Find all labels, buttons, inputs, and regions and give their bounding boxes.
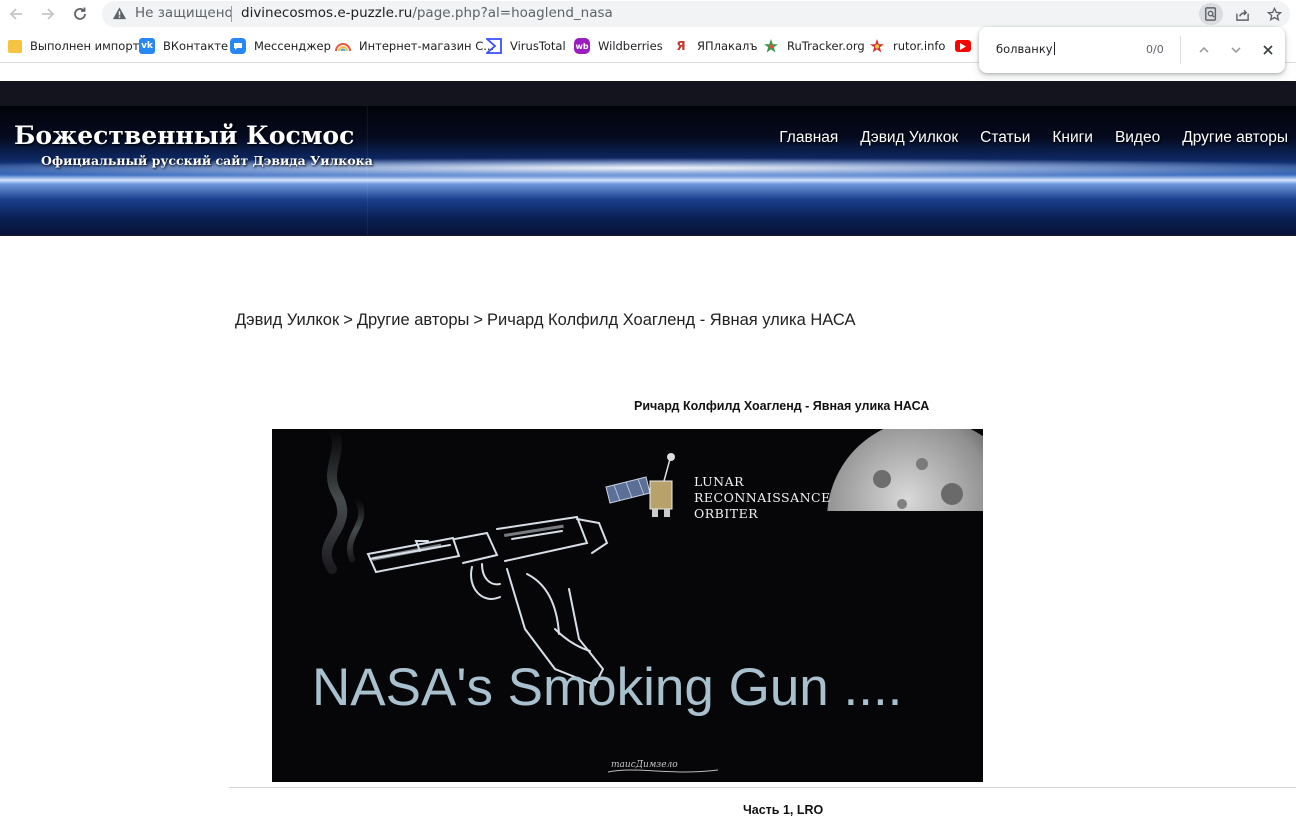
share-button[interactable] [1230,3,1254,25]
nav-item-david-wilcock[interactable]: Дэвид Уилкок [860,129,958,147]
part-heading: Часть 1, LRO [743,803,824,817]
content-divider [229,787,1296,788]
bookmark-rutor[interactable]: rutor.info [869,37,945,55]
bookmark-label: RuTracker.org [787,39,865,53]
vk-icon: vk [139,38,155,54]
arrow-right-icon [42,8,55,20]
rainbow-icon [335,38,351,54]
youtube-icon [955,40,971,52]
nav-item-articles[interactable]: Статьи [980,129,1030,147]
poster-artwork [321,429,983,773]
breadcrumb-separator: > [473,311,484,329]
reload-button[interactable] [69,4,91,24]
bookmark-star-button[interactable] [1262,3,1286,25]
site-title[interactable]: Божественный Космос [14,121,354,150]
find-previous-button[interactable] [1193,39,1215,61]
bookmark-label: Интернет-магазин С... [359,39,495,53]
bookmark-label: Мессенджер [254,39,331,53]
url-text[interactable]: divinecosmos.e-puzzle.ru/page.php?al=hoa… [241,5,613,21]
bookmark-virustotal[interactable]: VirusTotal [486,37,566,55]
lro-line: RECONNAISSANCE [694,490,831,505]
nav-item-video[interactable]: Видео [1115,129,1160,147]
satellite-graphic [605,453,675,517]
find-close-button[interactable] [1257,39,1279,61]
site-top-strip [0,81,1296,106]
find-match-count: 0/0 [1146,43,1164,56]
bookmark-label: Wildberries [598,39,663,53]
artist-signature: таисДимзело [611,760,678,770]
rutor-icon [869,38,885,54]
site-subtitle: Официальный русский сайт Дэвида Уилкока [41,153,373,168]
url-path: /page.php?al=hoaglend_nasa [412,5,613,21]
nav-item-home[interactable]: Главная [779,129,838,147]
yaplakal-icon: Я [676,39,686,53]
warning-triangle-icon[interactable] [112,6,127,21]
bookmark-vkontakte[interactable]: vk ВКонтакте [139,37,228,55]
bookmark-label: Выполнен импорт [30,39,140,53]
poster-headline: NASA's Smoking Gun .... [312,658,903,717]
find-divider [1180,36,1181,64]
breadcrumb-item-david-wilcock[interactable]: Дэвид Уилкок [235,311,339,329]
wildberries-icon: wb [574,38,590,54]
find-input[interactable]: болванку [996,42,1055,56]
bookmark-imported[interactable]: Выполнен импорт [8,37,139,55]
site-banner: Божественный Космос Официальный русский … [0,106,1296,236]
star-icon [1266,6,1282,21]
find-query: болванку [996,42,1053,56]
chevron-down-icon [1231,47,1241,54]
breadcrumb: Дэвид Уилкок > Другие авторы > Ричард Колфил… [235,311,855,330]
bookmark-label: rutor.info [893,39,946,53]
messenger-icon [230,38,246,54]
bookmark-label: VirusTotal [510,39,566,53]
breadcrumb-item-other-authors[interactable]: Другие авторы [357,311,470,329]
bookmark-youtube[interactable] [955,37,971,55]
bookmark-rutracker[interactable]: RuTracker.org [763,37,865,55]
text-caret [1053,42,1055,55]
bookmark-yaplakal[interactable]: Я ЯПлакалъ [673,37,758,55]
browser-toolbar: Не защищено divinecosmos.e-puzzle.ru/pag… [0,0,1296,28]
rutracker-icon [763,38,779,54]
breadcrumb-separator: > [343,311,353,329]
zoom-button[interactable] [1199,3,1223,25]
bookmark-label: ВКонтакте [163,39,229,53]
omnibox-divider [231,6,232,22]
nav-item-other-authors[interactable]: Другие авторы [1182,129,1288,147]
reload-icon [74,7,86,20]
arrow-left-icon [9,8,22,20]
article-title: Ричард Колфилд Хоагленд - Явная улика НА… [634,399,930,413]
lro-line: ORBITER [694,506,759,521]
bookmark-wildberries[interactable]: wb Wildberries [574,37,663,55]
folder-icon [8,39,22,53]
chevron-up-icon [1199,46,1209,53]
banner-bottom-edge [0,235,1296,236]
find-next-button[interactable] [1225,39,1247,61]
address-bar[interactable]: Не защищено divinecosmos.e-puzzle.ru/pag… [102,1,1290,27]
url-host: divinecosmos.e-puzzle.ru [241,5,413,21]
bookmark-messenger[interactable]: Мессенджер [230,37,331,55]
close-icon [1263,45,1273,55]
breadcrumb-item-current[interactable]: Ричард Колфилд Хоагленд - Явная улика НА… [487,311,855,329]
smoke-wisp [321,429,348,574]
virustotal-icon [486,38,502,54]
back-button[interactable] [5,4,27,24]
main-navigation: Главная Дэвид Уилкок Статьи Книги Видео … [779,129,1288,147]
nav-item-books[interactable]: Книги [1052,129,1093,147]
lro-label: LUNAR RECONNAISSANCE ORBITER [694,474,831,522]
security-label[interactable]: Не защищено [135,5,233,21]
bookmark-shop[interactable]: Интернет-магазин С... [335,37,494,55]
zoom-icon [1205,7,1217,21]
share-icon [1235,9,1249,21]
article-poster-image: NASA's Smoking Gun .... LUNAR RECONNAISS… [272,429,983,782]
bookmark-label: ЯПлакалъ [697,39,758,53]
banner-seam [367,106,368,236]
lro-line: LUNAR [694,474,745,489]
find-bar: болванку 0/0 [979,27,1285,73]
forward-button[interactable] [37,4,59,24]
